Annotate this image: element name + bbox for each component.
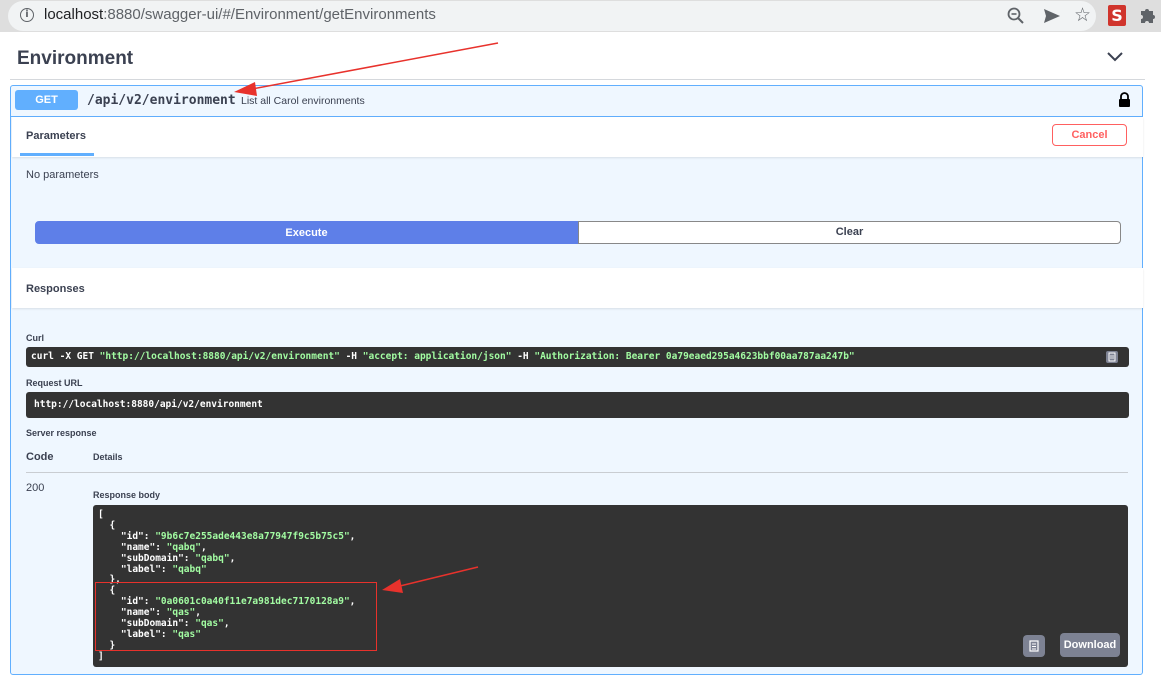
zoom-icon[interactable] — [1006, 6, 1026, 26]
status-code: 200 — [26, 482, 45, 494]
execute-button[interactable]: Execute — [35, 221, 578, 244]
extension-s-icon[interactable]: S — [1108, 5, 1126, 26]
curl-label: Curl — [26, 333, 44, 343]
send-icon[interactable] — [1042, 6, 1062, 26]
download-button[interactable]: Download — [1060, 633, 1120, 657]
response-body-label: Response body — [93, 490, 161, 500]
no-parameters-text: No parameters — [26, 169, 99, 181]
copy-icon — [1029, 640, 1039, 652]
url-text[interactable]: localhost:8880/swagger-ui/#/Environment/… — [44, 6, 436, 23]
section-title[interactable]: Environment — [17, 48, 133, 70]
tab-underline — [20, 153, 94, 156]
parameters-header: Parameters Cancel — [12, 117, 1143, 157]
copy-body-button[interactable] — [1023, 635, 1045, 657]
table-divider — [26, 472, 1128, 473]
browser-toolbar: i localhost:8880/swagger-ui/#/Environmen… — [0, 0, 1161, 32]
operation-description: List all Carol environments — [241, 95, 365, 107]
operation-path: /api/v2/environment — [87, 93, 236, 108]
code-column-header: Code — [26, 451, 54, 463]
operation-summary[interactable]: GET /api/v2/environment List all Carol e… — [11, 86, 1142, 117]
responses-title: Responses — [26, 283, 85, 295]
curl-command[interactable]: curl -X GET "http://localhost:8880/api/v… — [26, 347, 1129, 367]
method-badge: GET — [15, 90, 78, 110]
clear-button[interactable]: Clear — [578, 221, 1121, 244]
cancel-button[interactable]: Cancel — [1052, 124, 1127, 146]
highlight-box — [95, 582, 377, 651]
request-url-label: Request URL — [26, 378, 83, 388]
bookmark-star-icon[interactable]: ☆ — [1074, 4, 1091, 26]
tab-parameters[interactable]: Parameters — [26, 130, 86, 142]
address-bar[interactable]: i localhost:8880/swagger-ui/#/Environmen… — [8, 1, 1096, 31]
copy-curl-icon[interactable] — [1105, 350, 1119, 364]
request-url[interactable]: http://localhost:8880/api/v2/environment — [26, 392, 1129, 418]
extensions-puzzle-icon[interactable] — [1138, 6, 1156, 24]
details-column-header: Details — [93, 452, 123, 462]
chevron-down-icon[interactable] — [1106, 50, 1124, 62]
server-response-label: Server response — [26, 428, 97, 438]
info-icon[interactable]: i — [20, 8, 34, 22]
section-divider — [10, 79, 1145, 80]
responses-header: Responses — [12, 268, 1143, 308]
lock-icon[interactable] — [1118, 92, 1131, 107]
